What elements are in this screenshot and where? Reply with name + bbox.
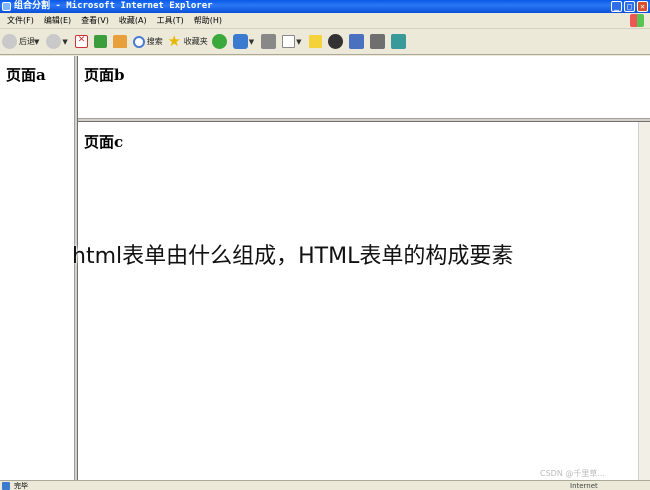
frame-c-scrollbar[interactable] — [638, 122, 650, 480]
search-icon — [132, 35, 145, 48]
stop-button[interactable] — [74, 35, 90, 48]
chevron-down-icon: ▼ — [34, 37, 40, 46]
frame-c-label: 页面c — [84, 133, 124, 151]
title-bar: 组合分割 - Microsoft Internet Explorer _ □ ✕ — [0, 0, 650, 13]
chevron-down-icon: ▼ — [62, 37, 68, 46]
edit-button[interactable]: ▼ — [282, 35, 304, 48]
menu-view[interactable]: 查看(V) — [76, 15, 114, 26]
back-label: 后退 — [19, 37, 35, 46]
frame-c: 页面c — [78, 122, 638, 480]
credit-watermark: CSDN @千里草... — [540, 469, 605, 478]
print-button[interactable] — [261, 34, 278, 49]
media-button[interactable] — [211, 34, 229, 49]
maximize-button[interactable]: □ — [624, 1, 635, 12]
windows-logo-icon — [630, 14, 644, 27]
search-button[interactable]: 搜索 — [132, 35, 163, 48]
refresh-icon — [93, 35, 107, 48]
overlay-caption: html表单由什么组成，HTML表单的构成要素 — [72, 244, 514, 269]
status-bar: 完毕 Internet — [0, 480, 650, 490]
menu-favorites[interactable]: 收藏(A) — [114, 15, 152, 26]
home-button[interactable] — [112, 35, 129, 48]
forward-arrow-icon — [46, 34, 62, 49]
page-icon — [2, 482, 10, 490]
star-icon: ★ — [167, 32, 181, 50]
extra-icon — [390, 34, 406, 49]
minimize-button[interactable]: _ — [611, 1, 622, 12]
search-label: 搜索 — [146, 37, 163, 46]
menu-help[interactable]: 帮助(H) — [189, 15, 227, 26]
chevron-down-icon: ▼ — [248, 37, 255, 46]
ie-icon — [2, 2, 11, 11]
edit-icon — [282, 35, 296, 48]
frame-b: 页面b — [78, 56, 650, 118]
mail-button[interactable]: ▼ — [232, 34, 257, 49]
messenger-button[interactable] — [327, 34, 345, 49]
note-icon — [308, 35, 322, 48]
forward-button[interactable]: ▼ — [46, 34, 70, 49]
mail-icon — [232, 34, 248, 49]
window-title: 组合分割 - Microsoft Internet Explorer — [14, 1, 213, 11]
frame-a: 页面a — [0, 56, 74, 480]
security-zone: Internet — [570, 482, 598, 490]
menu-tools[interactable]: 工具(T) — [152, 15, 189, 26]
extra-button[interactable] — [390, 34, 408, 49]
status-text: 完毕 — [14, 482, 28, 490]
window-controls: _ □ ✕ — [611, 1, 648, 12]
menu-bar: 文件(F) 编辑(E) 查看(V) 收藏(A) 工具(T) 帮助(H) — [0, 13, 650, 29]
tool-icon — [369, 34, 385, 49]
discuss-button[interactable] — [308, 35, 324, 48]
home-icon — [112, 35, 127, 48]
favorites-label: 收藏夹 — [183, 37, 208, 46]
menu-file[interactable]: 文件(F) — [2, 15, 39, 26]
menu-edit[interactable]: 编辑(E) — [39, 15, 76, 26]
tool-button[interactable] — [369, 34, 387, 49]
messenger-icon — [327, 34, 343, 49]
refresh-button[interactable] — [93, 35, 109, 48]
frame-a-label: 页面a — [6, 66, 46, 84]
research-icon — [348, 34, 364, 49]
back-arrow-icon — [2, 34, 17, 49]
frame-b-label: 页面b — [84, 66, 125, 84]
media-icon — [211, 34, 227, 49]
stop-icon — [74, 35, 88, 48]
close-button[interactable]: ✕ — [637, 1, 648, 12]
favorites-button[interactable]: ★ 收藏夹 — [167, 34, 208, 49]
toolbar: 后退 ▼ ▼ 搜索 ★ 收藏夹 ▼ ▼ — [0, 29, 650, 55]
back-button[interactable]: 后退 ▼ — [2, 34, 42, 49]
research-button[interactable] — [348, 34, 366, 49]
chevron-down-icon: ▼ — [296, 37, 302, 46]
printer-icon — [261, 34, 277, 49]
